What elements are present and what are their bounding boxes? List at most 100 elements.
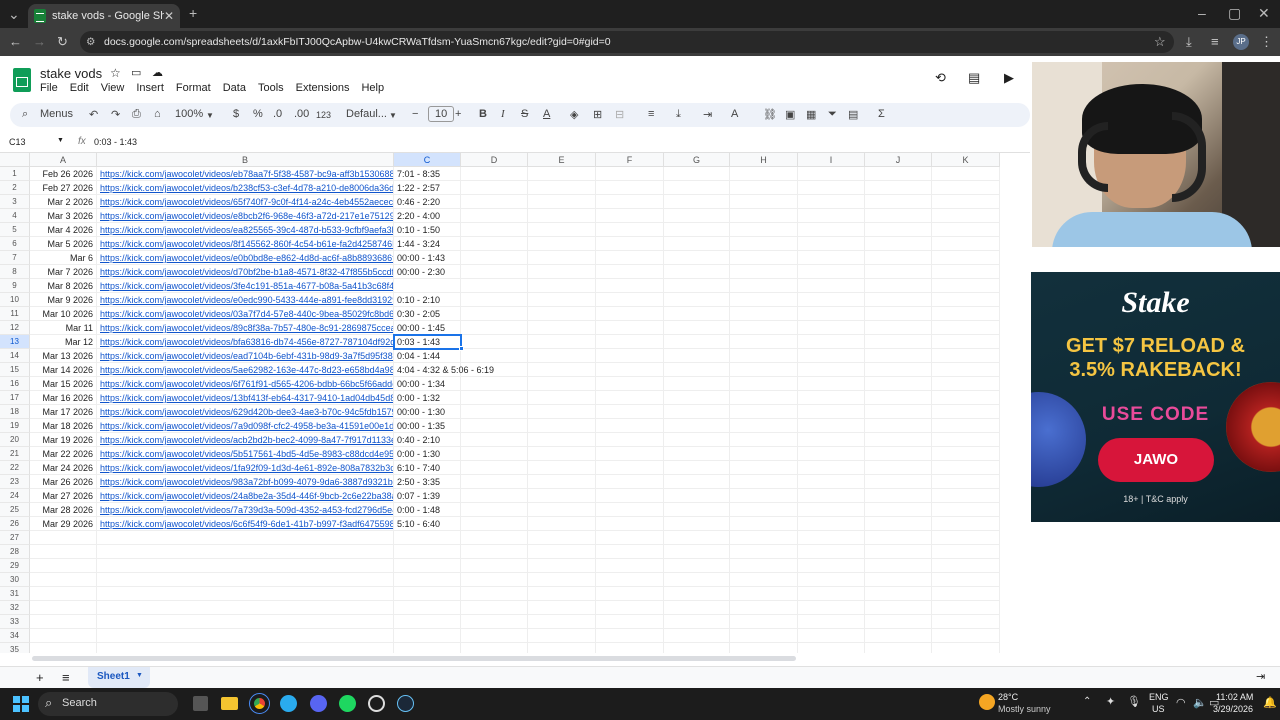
cell-a[interactable] (30, 531, 97, 545)
cell-empty[interactable] (664, 377, 730, 391)
row-header[interactable]: 5 (0, 223, 30, 237)
undo-icon[interactable]: ↶ (89, 108, 98, 121)
cell-empty[interactable] (664, 405, 730, 419)
row-header[interactable]: 13 (0, 335, 30, 349)
spreadsheet-grid[interactable]: A B C D E F G H I J K 1 Feb 26 2026 https://kick.com/… (0, 153, 1030, 653)
profile-avatar[interactable]: JP (1233, 34, 1249, 50)
maximize-icon[interactable]: ▢ (1228, 5, 1241, 22)
cell-empty[interactable] (664, 391, 730, 405)
meet-icon[interactable]: ▶ (1004, 70, 1014, 86)
row-header[interactable]: 6 (0, 237, 30, 251)
cell-empty[interactable] (528, 307, 596, 321)
cell-empty[interactable] (461, 307, 528, 321)
cell-empty[interactable] (865, 335, 932, 349)
row-header[interactable]: 35 (0, 643, 30, 653)
cell-empty[interactable] (865, 573, 932, 587)
cell-empty[interactable] (461, 251, 528, 265)
cell-empty[interactable] (730, 503, 798, 517)
cell-empty[interactable] (461, 587, 528, 601)
cell-c[interactable]: 0:46 - 2:20 (394, 195, 461, 209)
cell-empty[interactable] (932, 587, 1000, 601)
cell-empty[interactable] (798, 279, 865, 293)
cell-b[interactable] (97, 643, 394, 653)
explore-icon[interactable]: ⇥ (1256, 670, 1265, 683)
cell-empty[interactable] (664, 559, 730, 573)
file-explorer-icon[interactable] (221, 697, 238, 710)
row-header[interactable]: 33 (0, 615, 30, 629)
cell-empty[interactable] (730, 601, 798, 615)
row-header[interactable]: 26 (0, 517, 30, 531)
cell-empty[interactable] (730, 335, 798, 349)
cell-empty[interactable] (932, 279, 1000, 293)
cell-c[interactable]: 0:10 - 1:50 (394, 223, 461, 237)
cell-empty[interactable] (461, 223, 528, 237)
cell-empty[interactable] (932, 461, 1000, 475)
cell-empty[interactable] (664, 587, 730, 601)
row-header[interactable]: 23 (0, 475, 30, 489)
filter-icon[interactable]: ⏷ (828, 108, 837, 121)
cell-empty[interactable] (461, 559, 528, 573)
cell-empty[interactable] (865, 363, 932, 377)
menu-tools[interactable]: Tools (258, 82, 284, 94)
cell-empty[interactable] (730, 307, 798, 321)
row-header[interactable]: 4 (0, 209, 30, 223)
cell-empty[interactable] (461, 517, 528, 531)
microphone-icon[interactable]: 🎙 (1127, 695, 1141, 708)
cell-empty[interactable] (528, 335, 596, 349)
cell-empty[interactable] (461, 643, 528, 653)
cell-empty[interactable] (798, 601, 865, 615)
cell-b[interactable]: https://kick.com/jawocolet/videos/24a8be… (97, 489, 394, 503)
column-header-B[interactable]: B (97, 153, 394, 167)
cell-empty[interactable] (596, 433, 664, 447)
cell-c[interactable]: 0:40 - 2:10 (394, 433, 461, 447)
cell-a[interactable] (30, 559, 97, 573)
row-header[interactable]: 12 (0, 321, 30, 335)
document-title[interactable]: stake vods (40, 66, 102, 81)
selected-cell[interactable]: 0:03 - 1:43 (393, 334, 462, 350)
cell-c[interactable] (394, 545, 461, 559)
cell-c[interactable]: 00:00 - 1:34 (394, 377, 461, 391)
bold-icon[interactable]: B (479, 108, 487, 120)
cell-empty[interactable] (798, 293, 865, 307)
cell-empty[interactable] (798, 167, 865, 181)
cell-empty[interactable] (932, 573, 1000, 587)
download-icon[interactable]: ⤓ (1186, 34, 1192, 50)
cell-empty[interactable] (932, 195, 1000, 209)
menu-view[interactable]: View (101, 82, 125, 94)
cell-empty[interactable] (865, 447, 932, 461)
cell-a[interactable] (30, 629, 97, 643)
cell-b[interactable]: https://kick.com/jawocolet/videos/e0edc9… (97, 293, 394, 307)
cell-empty[interactable] (664, 531, 730, 545)
cell-b[interactable] (97, 559, 394, 573)
cell-a[interactable]: Mar 10 2026 (30, 307, 97, 321)
cell-empty[interactable] (596, 181, 664, 195)
cell-c[interactable]: 0:00 - 1:30 (394, 447, 461, 461)
cell-empty[interactable] (664, 335, 730, 349)
borders-icon[interactable]: ⊞ (593, 108, 602, 121)
cell-empty[interactable] (461, 195, 528, 209)
cell-empty[interactable] (730, 237, 798, 251)
cell-c[interactable] (394, 587, 461, 601)
row-header[interactable]: 25 (0, 503, 30, 517)
functions-icon[interactable]: Σ (878, 108, 885, 120)
cell-empty[interactable] (664, 321, 730, 335)
cell-empty[interactable] (528, 405, 596, 419)
cell-c[interactable]: 0:07 - 1:39 (394, 489, 461, 503)
star-icon[interactable]: ☆ (110, 66, 121, 80)
cell-empty[interactable] (461, 237, 528, 251)
cell-empty[interactable] (664, 545, 730, 559)
row-header[interactable]: 16 (0, 377, 30, 391)
font-size-decrease-icon[interactable]: − (412, 108, 418, 120)
cell-empty[interactable] (461, 461, 528, 475)
forward-icon[interactable]: → (33, 34, 46, 49)
insert-comment-icon[interactable]: ▣ (785, 108, 795, 121)
cell-empty[interactable] (865, 251, 932, 265)
cell-a[interactable]: Mar 3 2026 (30, 209, 97, 223)
cell-empty[interactable] (596, 461, 664, 475)
cell-empty[interactable] (798, 223, 865, 237)
cell-a[interactable]: Mar 18 2026 (30, 419, 97, 433)
cell-a[interactable]: Mar 7 2026 (30, 265, 97, 279)
cell-empty[interactable] (730, 349, 798, 363)
cell-empty[interactable] (528, 643, 596, 653)
cell-c[interactable] (394, 643, 461, 653)
